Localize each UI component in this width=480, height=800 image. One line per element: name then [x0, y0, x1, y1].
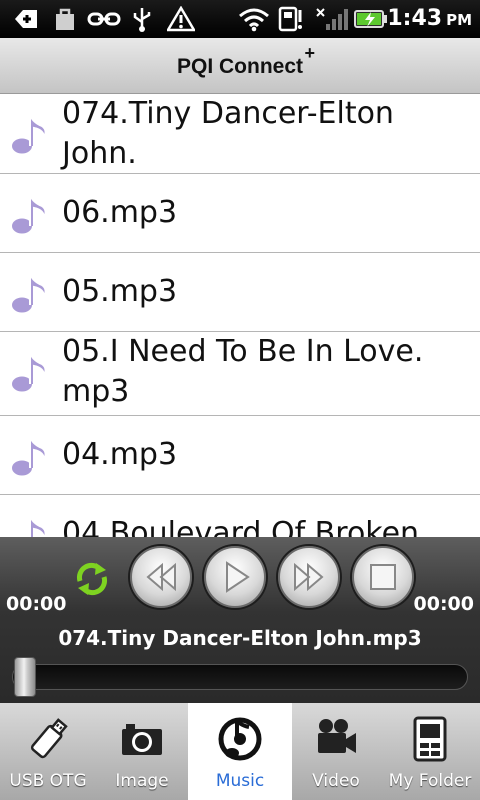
battery-charging-icon	[354, 6, 388, 32]
music-disc-icon	[217, 715, 263, 769]
file-list-item[interactable]: 05.I Need To Be In Love. mp3	[0, 332, 480, 416]
status-bar: 1:43 PM	[0, 0, 480, 38]
seek-bar[interactable]	[12, 657, 468, 697]
seek-thumb[interactable]	[14, 657, 36, 697]
file-list[interactable]: 074.Tiny Dancer-Elton John. mp306.mp3 05.…	[0, 94, 480, 537]
tab-label: Video	[312, 771, 360, 791]
repeat-icon[interactable]	[72, 559, 112, 603]
music-note-icon	[8, 509, 50, 537]
tab-label: USB OTG	[9, 771, 87, 791]
link-icon	[87, 6, 121, 32]
file-name: 06.mp3	[62, 195, 178, 230]
usb-drive-icon	[26, 715, 70, 769]
file-name: 05.I Need To Be In Love. mp3	[62, 334, 424, 409]
play-icon	[226, 561, 250, 593]
wifi-icon	[238, 6, 270, 32]
usb-icon	[129, 6, 155, 32]
bag-icon	[52, 6, 78, 32]
file-list-item[interactable]: 05.mp3	[0, 253, 480, 332]
music-note-icon	[8, 430, 50, 480]
fast-forward-button[interactable]	[278, 546, 340, 608]
file-list-item[interactable]: 04 Boulevard Of Broken	[0, 495, 480, 537]
app-title: PQI Connect +	[176, 43, 315, 78]
tab-video[interactable]: Video	[292, 703, 380, 800]
signal-icon	[278, 6, 308, 32]
tab-label: Image	[115, 771, 169, 791]
tab-image[interactable]: Image	[96, 703, 188, 800]
file-name: 05.mp3	[62, 274, 178, 309]
tab-my-folder[interactable]: My Folder	[380, 703, 480, 800]
now-playing-title: 074.Tiny Dancer-Elton John.mp3	[58, 626, 422, 650]
rewind-button[interactable]	[130, 546, 192, 608]
app-title-plus: +	[304, 43, 315, 63]
tab-label: My Folder	[388, 771, 472, 791]
player-panel: 00:00 00:00 074.Tiny Dancer-Elton John.m…	[0, 537, 480, 703]
tab-usb-otg[interactable]: USB OTG	[0, 703, 96, 800]
video-camera-icon	[314, 715, 358, 769]
stop-button[interactable]	[352, 546, 414, 608]
tab-music[interactable]: Music	[188, 703, 292, 800]
folder-device-icon	[410, 715, 450, 769]
tab-label: Music	[215, 771, 265, 791]
fast-forward-icon	[294, 562, 324, 592]
file-list-item[interactable]: 074.Tiny Dancer-Elton John. mp3	[0, 94, 480, 211]
title-bar: PQI Connect +	[0, 38, 480, 94]
no-signal-icon	[314, 6, 350, 32]
music-note-icon	[8, 108, 50, 158]
rewind-icon	[146, 562, 176, 592]
file-name: 04 Boulevard Of Broken	[62, 516, 420, 537]
add-icon	[12, 6, 40, 32]
music-note-icon	[8, 188, 50, 238]
music-note-icon	[8, 267, 50, 317]
bottom-tab-bar: USB OTG Image Music Video My Folder	[0, 703, 480, 800]
file-list-item[interactable]: 06.mp3	[0, 174, 480, 253]
elapsed-time: 00:00	[6, 593, 67, 615]
stop-icon	[370, 564, 396, 590]
file-name: 04.mp3	[62, 437, 178, 472]
warning-icon	[166, 6, 196, 32]
camera-icon	[120, 715, 164, 769]
clock: 1:43 PM	[387, 6, 472, 31]
play-button[interactable]	[204, 546, 266, 608]
music-note-icon	[8, 346, 50, 396]
remaining-time: 00:00	[413, 593, 474, 615]
file-list-item[interactable]: 04.mp3	[0, 416, 480, 495]
